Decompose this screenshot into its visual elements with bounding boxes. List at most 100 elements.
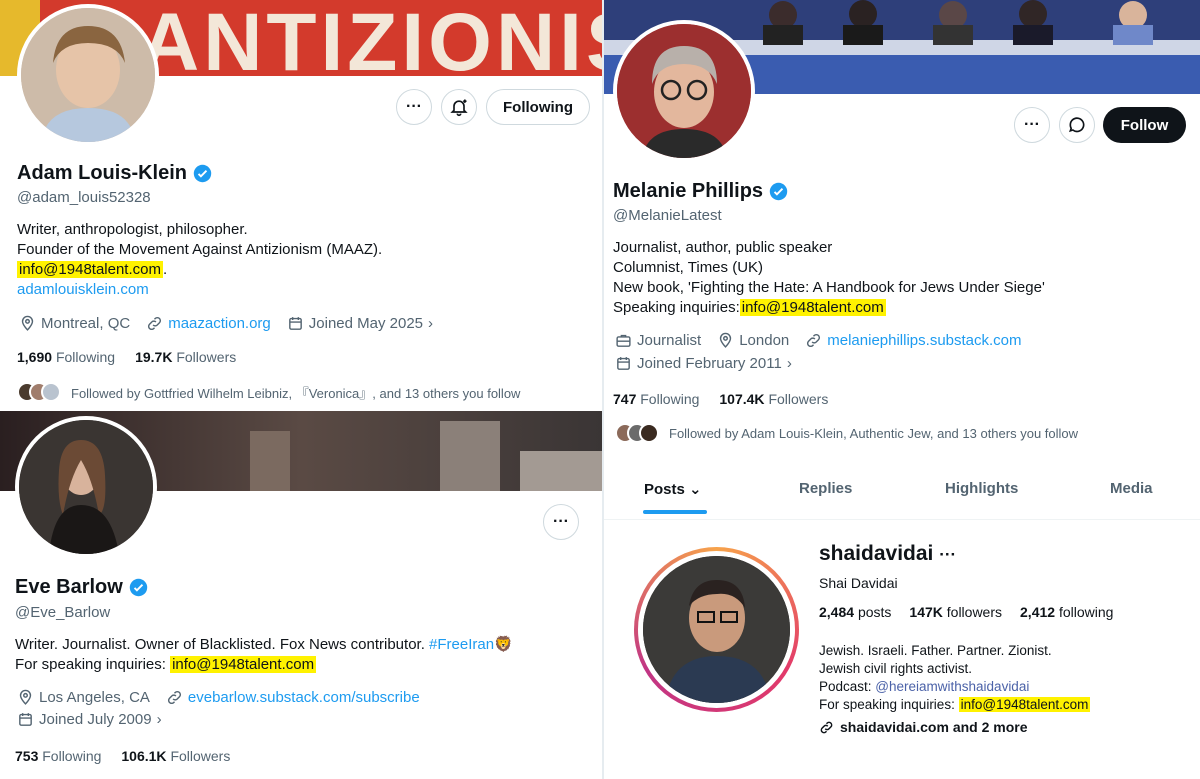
- email-highlight[interactable]: info@1948talent.com: [958, 697, 1091, 712]
- bio-line: Columnist, Times (UK): [613, 259, 764, 276]
- calendar-icon: [288, 317, 302, 330]
- verified-badge-icon: [193, 164, 212, 183]
- bio-prefix: For speaking inquiries:: [819, 697, 955, 712]
- hashtag-link[interactable]: #FreeIran: [429, 636, 494, 653]
- profile-meta-joined: Joined February 2011 ›: [615, 355, 792, 372]
- display-name: Eve Barlow: [15, 576, 148, 599]
- following-button[interactable]: Following: [486, 89, 590, 125]
- profile-meta: Montreal, QC maazaction.org Joined May 2…: [19, 315, 433, 332]
- url-link[interactable]: maazaction.org: [168, 315, 271, 332]
- podcast-handle-link[interactable]: @hereiamwithshaidavidai: [875, 679, 1029, 694]
- story-ring[interactable]: [634, 547, 799, 712]
- podcast-prefix: Podcast:: [819, 679, 872, 694]
- display-name: Adam Louis-Klein: [17, 162, 212, 185]
- avatar[interactable]: [17, 4, 159, 146]
- location-icon: [19, 689, 32, 705]
- followers-stat[interactable]: 107.4K Followers: [719, 391, 828, 407]
- followed-by[interactable]: Followed by Gottfried Wilhelm Leibniz, 『…: [17, 382, 520, 402]
- chat-bubble-icon: [1069, 117, 1085, 133]
- email-suffix: .: [162, 261, 168, 278]
- bio-line: New book, 'Fighting the Hate: A Handbook…: [613, 279, 1045, 296]
- avatar[interactable]: [15, 416, 157, 558]
- bio-prefix: Speaking inquiries:: [613, 299, 740, 316]
- following-stat[interactable]: 747 Following: [613, 391, 699, 407]
- link-icon: [807, 333, 821, 348]
- url-link[interactable]: melaniephillips.substack.com: [827, 332, 1021, 349]
- followed-by[interactable]: Followed by Adam Louis-Klein, Authentic …: [615, 423, 1078, 443]
- more-button[interactable]: ···: [543, 504, 579, 540]
- followers-stat[interactable]: 147K followers: [909, 604, 1002, 620]
- profile-meta-joined: Joined July 2009 ›: [17, 711, 162, 728]
- location-text: Montreal, QC: [41, 315, 131, 332]
- bio-line: Jewish civil rights activist.: [819, 661, 973, 676]
- bio-line: Journalist, author, public speaker: [613, 239, 833, 256]
- more-button[interactable]: ···: [1014, 107, 1050, 143]
- more-icon: ···: [1024, 116, 1040, 133]
- handle: @adam_louis52328: [17, 189, 151, 206]
- location-icon: [21, 315, 34, 331]
- following-stat[interactable]: 1,690 Following: [17, 349, 115, 365]
- followers-stat[interactable]: 106.1K Followers: [121, 748, 230, 764]
- profile-tabs: Posts ⌄ Replies Highlights Media: [603, 470, 1200, 520]
- link-icon: [820, 721, 833, 733]
- tab-highlights[interactable]: Highlights: [945, 480, 1018, 497]
- avatar: [638, 551, 795, 708]
- bio: Writer. Journalist. Owner of Blacklisted…: [15, 635, 513, 675]
- chevron-right-icon[interactable]: ›: [787, 355, 792, 372]
- handle: @Eve_Barlow: [15, 604, 111, 621]
- tab-replies[interactable]: Replies: [799, 480, 852, 497]
- tab-media[interactable]: Media: [1110, 480, 1153, 497]
- notifications-button[interactable]: [441, 89, 477, 125]
- avatar[interactable]: [613, 20, 755, 162]
- link-icon: [167, 690, 181, 705]
- bio-prefix: For speaking inquiries:: [15, 656, 166, 673]
- instagram-profile-shai: shaidavidai ··· Shai Davidai 2,484 posts…: [603, 520, 1200, 779]
- following-stat[interactable]: 2,412 following: [1020, 604, 1113, 620]
- verified-badge-icon: [129, 578, 148, 597]
- handle: @MelanieLatest: [613, 207, 722, 224]
- link-icon: [148, 316, 162, 331]
- more-icon[interactable]: ···: [939, 545, 956, 564]
- following-stat[interactable]: 753 Following: [15, 748, 101, 764]
- email-highlight[interactable]: info@1948talent.com: [739, 299, 886, 316]
- bio: Writer, anthropologist, philosopher. Fou…: [17, 220, 382, 300]
- calendar-icon: [19, 713, 32, 726]
- followed-by-avatars: [17, 382, 61, 402]
- location-icon: [720, 332, 732, 348]
- joined-text: Joined February 2011: [637, 355, 782, 372]
- follow-stats: 753 Following 106.1K Followers: [15, 748, 230, 764]
- bio-line: Writer, anthropologist, philosopher.: [17, 221, 248, 238]
- ig-stats: 2,484 posts 147K followers 2,412 followi…: [819, 604, 1113, 620]
- posts-stat[interactable]: 2,484 posts: [819, 604, 891, 620]
- follow-stats: 1,690 Following 19.7K Followers: [17, 349, 236, 365]
- profile-card-adam: ANTIZIONISM ··· Following Adam Louis-Kle…: [0, 0, 603, 411]
- email-highlight[interactable]: info@1948talent.com: [17, 261, 163, 278]
- display-name: Melanie Phillips: [613, 180, 788, 203]
- lion-emoji-icon: 🦁: [494, 636, 513, 653]
- bio-line: Founder of the Movement Against Antizion…: [17, 241, 383, 258]
- url-link[interactable]: evebarlow.substack.com/subscribe: [188, 689, 420, 706]
- more-icon: ···: [553, 513, 569, 530]
- location-text: Los Angeles, CA: [39, 689, 150, 706]
- more-icon: ···: [406, 98, 422, 115]
- chevron-right-icon[interactable]: ›: [428, 315, 433, 332]
- profile-card-eve: ··· Eve Barlow @Eve_Barlow Writer. Journ…: [0, 411, 603, 779]
- chevron-right-icon[interactable]: ›: [157, 711, 162, 728]
- website-link[interactable]: adamlouisklein.com: [17, 280, 382, 300]
- profile-card-melanie: ··· Follow Melanie Phillips @MelanieLate…: [603, 0, 1200, 520]
- email-highlight[interactable]: info@1948talent.com: [170, 656, 317, 673]
- profile-meta: Journalist London melaniephillips.substa…: [615, 332, 1022, 349]
- banner-text: ANTIZIONISM: [140, 0, 603, 76]
- followed-by-avatars: [615, 423, 659, 443]
- followed-by-text: Followed by Gottfried Wilhelm Leibniz, 『…: [71, 385, 521, 401]
- follow-button[interactable]: Follow: [1103, 107, 1186, 143]
- message-button[interactable]: [1059, 107, 1095, 143]
- joined-text: Joined July 2009: [39, 711, 152, 728]
- bio: Journalist, author, public speaker Colum…: [613, 238, 1045, 318]
- ig-external-link[interactable]: shaidavidai.com and 2 more: [819, 719, 1028, 735]
- followers-stat[interactable]: 19.7K Followers: [135, 349, 236, 365]
- profile-meta: Los Angeles, CA evebarlow.substack.com/s…: [17, 689, 420, 706]
- tab-posts[interactable]: Posts ⌄: [644, 480, 702, 498]
- more-button[interactable]: ···: [396, 89, 432, 125]
- follow-stats: 747 Following 107.4K Followers: [613, 391, 828, 407]
